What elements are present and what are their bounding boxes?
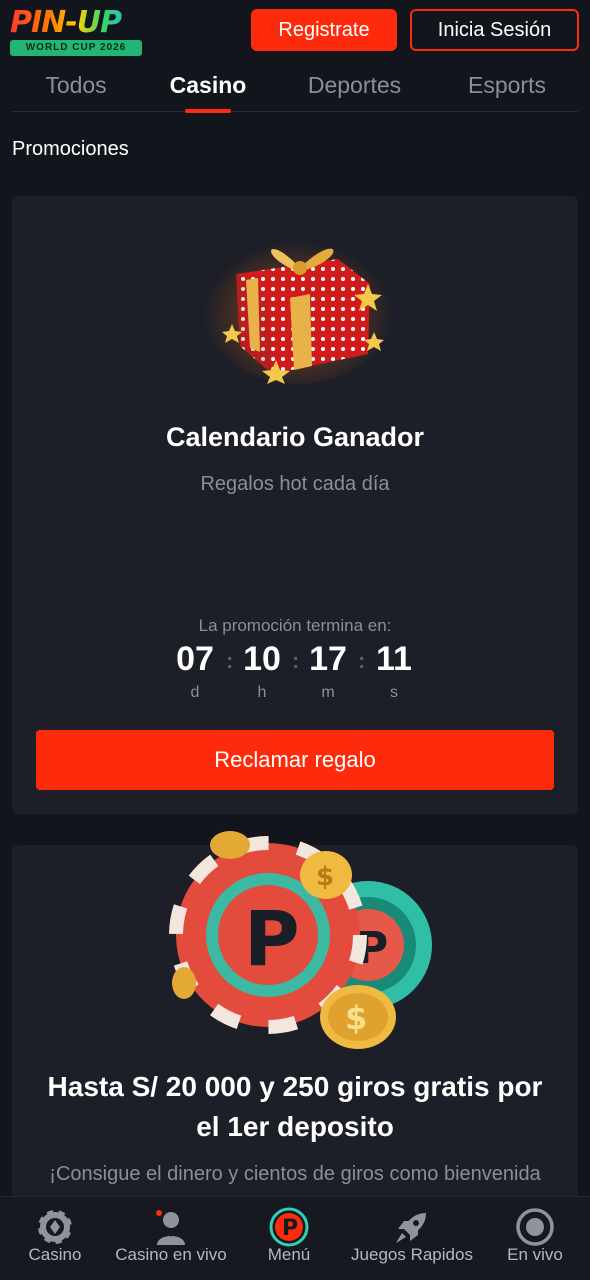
promo-title: Hasta S/ 20 000 y 250 giros gratis por e…: [47, 1071, 543, 1142]
promo-card-calendar: Calendario Ganador Regalos hot cada día …: [12, 196, 578, 814]
nav-label: En vivo: [507, 1245, 563, 1264]
casino-chip-icon: [36, 1208, 74, 1246]
svg-text:$: $: [345, 999, 367, 1037]
nav-label: Casino: [28, 1245, 82, 1264]
svg-text:P: P: [244, 894, 300, 983]
countdown-hours: 10: [243, 640, 281, 678]
countdown-days: 07: [176, 640, 214, 678]
tab-todos[interactable]: Todos: [26, 62, 126, 112]
nav-label: Juegos Rapidos: [351, 1245, 473, 1264]
tab-esports[interactable]: Esports: [452, 62, 562, 112]
rocket-icon: [396, 1213, 426, 1243]
category-tabs: Todos Casino Deportes Esports: [12, 62, 578, 112]
svg-text:P: P: [282, 1216, 298, 1241]
section-title: Promociones: [12, 138, 129, 160]
logo-wordmark: PIN-UP: [10, 6, 144, 40]
promo-card-welcome: P P $ $ Hasta S/ 20 000 y 250 giros grat…: [12, 831, 578, 1245]
nav-casino[interactable]: Casino: [20, 1197, 90, 1280]
active-tab-indicator: [185, 109, 231, 113]
live-target-icon: [516, 1208, 554, 1246]
promo-subtitle: ¡Consigue el dinero y cientos de giros c…: [49, 1163, 541, 1185]
pinup-logo-icon: P: [269, 1207, 309, 1247]
claim-gift-button[interactable]: Reclamar regalo: [36, 730, 554, 790]
countdown-label: La promoción termina en:: [198, 616, 392, 635]
register-button[interactable]: Registrate: [251, 9, 397, 51]
svg-text:$: $: [316, 862, 334, 892]
gift-box-image: [203, 234, 393, 384]
logo-badge: WORLD CUP 2026: [10, 40, 142, 56]
header: PIN-UP WORLD CUP 2026 Registrate Inicia …: [0, 0, 590, 62]
nav-en-vivo[interactable]: En vivo: [500, 1197, 570, 1280]
promo-title: Calendario Ganador: [165, 422, 425, 452]
nav-casino-en-vivo[interactable]: Casino en vivo: [110, 1197, 232, 1280]
countdown-seconds: 11: [376, 640, 412, 678]
promo-subtitle: Regalos hot cada día: [200, 473, 390, 495]
bottom-navigation: Casino Casino en vivo P Menú Juegos Rapi…: [0, 1196, 590, 1280]
countdown-seconds-unit: s: [390, 684, 398, 701]
countdown-hours-unit: h: [257, 684, 267, 701]
casino-chips-image: P P $ $: [169, 831, 432, 1049]
countdown-days-unit: d: [190, 684, 200, 701]
countdown-minutes: 17: [309, 640, 347, 678]
countdown-minutes-unit: m: [321, 684, 335, 701]
nav-menu[interactable]: P Menú: [254, 1197, 324, 1280]
pinup-logo[interactable]: PIN-UP WORLD CUP 2026: [10, 6, 144, 56]
countdown-timer: 07 d : 10 h : 17 m : 11 s: [12, 640, 578, 710]
nav-label: Menú: [267, 1245, 311, 1264]
login-button[interactable]: Inicia Sesión: [410, 9, 579, 51]
nav-label: Casino en vivo: [115, 1245, 227, 1264]
tab-deportes[interactable]: Deportes: [292, 62, 417, 112]
live-dealer-icon: [156, 1210, 185, 1245]
nav-juegos-rapidos[interactable]: Juegos Rapidos: [344, 1197, 480, 1280]
tab-casino[interactable]: Casino: [158, 62, 258, 112]
